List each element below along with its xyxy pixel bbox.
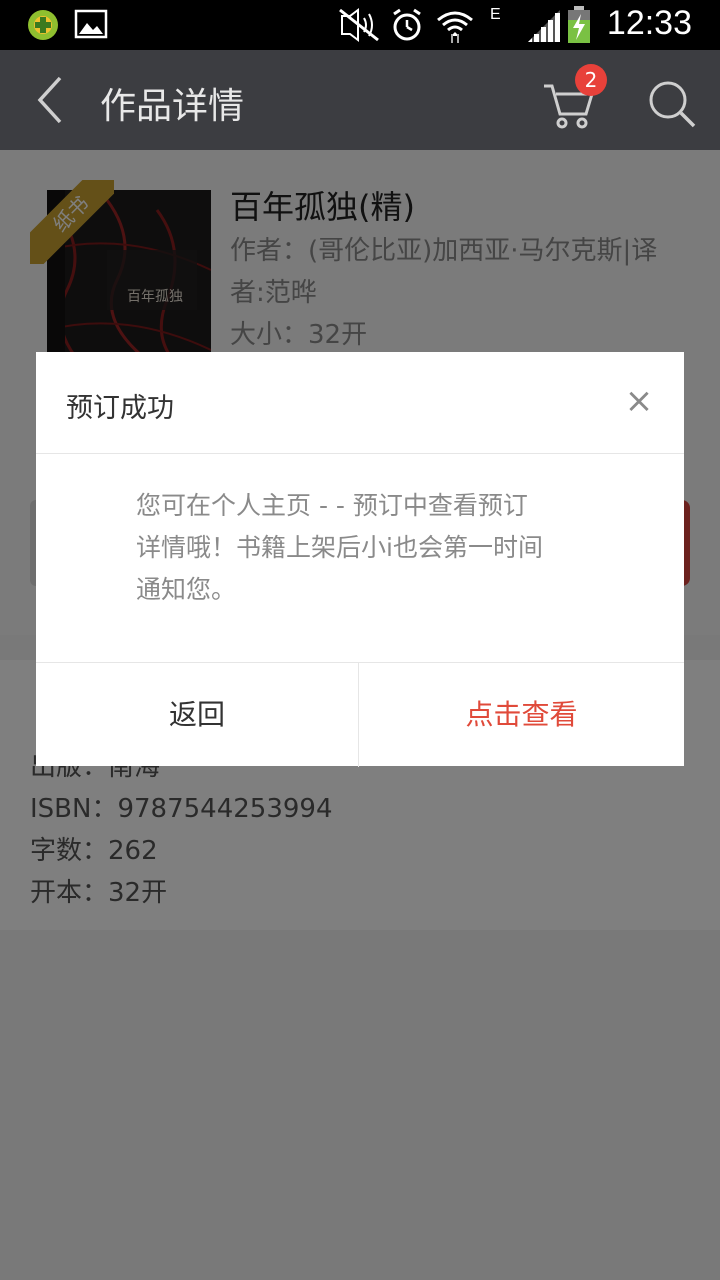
search-icon: [649, 81, 696, 128]
wifi-icon: [437, 11, 473, 43]
dialog-message-line1: 您可在个人主页 - - 预订中查看预订: [136, 491, 528, 520]
dialog-message-line3: 通知您。: [136, 575, 237, 604]
app-bar: 作品详情: [0, 50, 720, 150]
dialog-header: 预订成功 ×: [36, 352, 684, 454]
battery-charging-icon: [568, 6, 590, 43]
signal-icon: [528, 10, 560, 42]
alarm-icon: [393, 8, 421, 41]
close-icon[interactable]: ×: [618, 380, 660, 422]
network-e-icon: E: [490, 6, 501, 23]
chevron-left-icon: [37, 76, 62, 124]
dialog-footer: 返回 点击查看: [36, 662, 684, 767]
dialog-title: 预订成功: [66, 393, 174, 424]
status-bar: E 12:33: [0, 0, 720, 50]
image-notification-icon: [74, 9, 108, 39]
view-details-button[interactable]: 点击查看: [359, 663, 684, 767]
mute-icon: [339, 8, 379, 42]
search-button[interactable]: [644, 76, 698, 130]
clock: 12:33: [606, 4, 692, 42]
app-notification-icon: [28, 10, 58, 40]
dialog-message-line2: 详情哦！书籍上架后小i也会第一时间: [136, 533, 543, 562]
page-title: 作品详情: [100, 86, 245, 127]
reservation-success-dialog: 预订成功 × 您可在个人主页 - - 预订中查看预订 详情哦！书籍上架后小i也会…: [36, 352, 684, 767]
cart-count-badge: 2: [575, 64, 607, 96]
dialog-message: 您可在个人主页 - - 预订中查看预订 详情哦！书籍上架后小i也会第一时间 通知…: [136, 485, 586, 611]
back-button[interactable]: [28, 74, 78, 126]
back-text-button[interactable]: 返回: [36, 663, 359, 767]
